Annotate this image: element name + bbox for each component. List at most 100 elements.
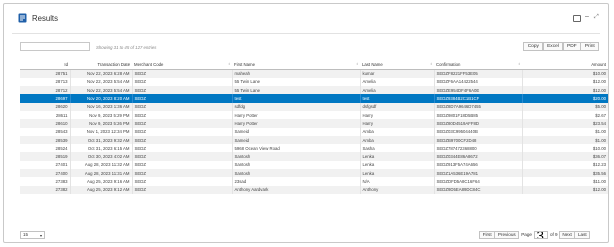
- table-row[interactable]: 27401 Aug 28, 2023 11:32 AM SEDZ Santosh Len…: [20, 160, 608, 170]
- cell-first-name: 55 Twin Lane: [231, 77, 360, 87]
- page-number-input[interactable]: [533, 231, 548, 239]
- column-header-confirmation[interactable]: Confirmation ⇕: [434, 60, 522, 70]
- pagination: First Previous Page of 9 Next Last: [479, 231, 591, 239]
- cell-last-name: Sasha: [359, 144, 434, 153]
- cell-transaction-date: Nov 22, 2023 6:28 AM: [69, 69, 132, 78]
- cell-merchant-code: SEDZ: [131, 77, 232, 87]
- restore-window-icon[interactable]: [573, 15, 581, 22]
- cell-last-name: Anthony: [359, 185, 434, 194]
- table-row[interactable]: 28751 Nov 22, 2023 6:28 AM SEDZ maheah kumar…: [20, 69, 608, 78]
- cell-transaction-date: Aug 25, 2023 9:12 AM: [69, 185, 132, 194]
- cell-confirmation: SEDZ787472368800: [433, 144, 522, 153]
- page-label: Page: [521, 232, 532, 237]
- cell-confirmation: SEDZ9D5EA89DC84C: [433, 185, 522, 194]
- cell-merchant-code: SEDZ: [131, 144, 232, 153]
- cell-confirmation: SEDZ9384B2C1B1CF: [433, 94, 522, 103]
- minimize-icon[interactable]: –: [585, 13, 589, 21]
- table-row[interactable]: 28713 Nov 22, 2023 5:54 AM SEDZ 55 Twin Lan…: [20, 77, 608, 87]
- sort-icon: ⇕: [429, 62, 433, 66]
- cell-first-name: test: [231, 94, 360, 103]
- cell-amount: $12.23: [521, 160, 608, 170]
- sort-icon: ▼: [127, 62, 131, 66]
- cell-first-name: Harry Potter: [231, 119, 360, 128]
- print-button[interactable]: Print: [580, 42, 600, 51]
- column-header-amount[interactable]: Amount: [522, 60, 608, 70]
- cell-first-name: 23sad: [231, 177, 360, 186]
- cell-id: 28712: [20, 86, 70, 95]
- table-row[interactable]: 28519 Oct 30, 2023 4:02 AM SEDZ Santosh Lenk…: [20, 152, 608, 161]
- cell-first-name: maheah: [231, 69, 360, 78]
- cell-first-name: Santosh: [231, 160, 360, 170]
- cell-amount: $12.00: [521, 77, 608, 87]
- cell-confirmation: SEDZ8D7A9646D7455: [433, 102, 522, 111]
- cell-amount: $10.00: [521, 69, 608, 78]
- header-divider: [12, 33, 600, 34]
- table-row[interactable]: 28610 Nov 9, 2023 5:26 PM SEDZ Harry Potter…: [20, 119, 608, 128]
- cell-amount: $12.00: [521, 185, 608, 194]
- column-header-transaction-date[interactable]: Transaction Date ▼: [70, 60, 132, 70]
- cell-id: 28610: [20, 119, 70, 128]
- results-window: Results – ⤢ Showing 31 to 45 of 127 entr…: [3, 3, 609, 243]
- table-row[interactable]: 28611 Nov 9, 2023 5:29 PM SEDZ Harry Potter…: [20, 110, 608, 120]
- first-page-button[interactable]: First: [479, 231, 496, 239]
- expand-icon[interactable]: ⤢: [594, 13, 599, 21]
- cell-confirmation: SEDZ913F5A74A656: [433, 160, 522, 170]
- table-row[interactable]: 28712 Nov 22, 2023 5:54 AM SEDZ 55 Twin Lan…: [20, 86, 608, 95]
- column-header-first-name[interactable]: First Name ⇕: [232, 60, 360, 70]
- cell-merchant-code: SEDZ: [131, 160, 232, 170]
- cell-confirmation: SEDZ1A536E19A781: [433, 169, 522, 178]
- table-row[interactable]: 28543 Nov 1, 2023 12:34 PM SEDZ Sameid Amba S…: [20, 127, 608, 136]
- cell-transaction-date: Oct 30, 2023 4:02 AM: [69, 152, 132, 161]
- sort-icon: ⇕: [517, 62, 521, 66]
- column-header-id[interactable]: Id: [20, 60, 70, 70]
- column-header-label: Last Name: [362, 62, 383, 67]
- cell-confirmation: SEDZ0344E86A8672: [433, 152, 522, 161]
- table-row[interactable]: 27400 Aug 28, 2023 11:31 AM SEDZ Santosh Len…: [20, 169, 608, 178]
- cell-confirmation: SEDZE954DF4F6A0E: [433, 86, 522, 95]
- table-row[interactable]: 28539 Oct 31, 2023 9:32 AM SEDZ Sameid Amba S…: [20, 135, 608, 145]
- cell-id: 28539: [20, 135, 70, 145]
- copy-button[interactable]: Copy: [523, 42, 544, 51]
- cell-last-name: kumar: [359, 69, 434, 78]
- cell-id: 28524: [20, 144, 70, 153]
- next-page-button[interactable]: Next: [558, 231, 576, 239]
- cell-amount: $20.00: [521, 94, 608, 103]
- window-header: Results – ⤢: [4, 4, 608, 26]
- cell-last-name: Lenka: [359, 160, 434, 170]
- cell-id: 28620: [20, 102, 70, 111]
- cell-confirmation: SEDZF8221FF53E05: [433, 69, 522, 78]
- table-row[interactable]: 28697 Nov 20, 2023 8:20 AM SEDZ test test SED…: [20, 94, 608, 103]
- cell-merchant-code: SEDZ: [131, 127, 232, 136]
- cell-id: 27400: [20, 169, 70, 178]
- table-row[interactable]: 27382 Aug 25, 2023 9:12 AM SEDZ Anthony Aar…: [20, 185, 608, 194]
- cell-id: 28713: [20, 77, 70, 87]
- sort-icon: ⇕: [227, 62, 231, 66]
- cell-merchant-code: SEDZ: [131, 135, 232, 145]
- cell-last-name: test: [359, 94, 434, 103]
- cell-amount: $12.00: [521, 86, 608, 95]
- cell-merchant-code: SEDZ: [131, 185, 232, 194]
- previous-page-button[interactable]: Previous: [494, 231, 520, 239]
- pdf-button[interactable]: PDF: [562, 42, 582, 51]
- search-input[interactable]: [20, 42, 90, 51]
- column-header-merchant-code[interactable]: Merchant Code ⇕: [132, 60, 232, 70]
- page-size-select[interactable]: 15 ▾: [20, 231, 45, 239]
- cell-last-name: Amba: [359, 127, 434, 136]
- cell-merchant-code: SEDZ: [131, 86, 232, 95]
- cell-amount: $36.07: [521, 152, 608, 161]
- column-header-last-name[interactable]: Last Name ⇕: [360, 60, 434, 70]
- table-row[interactable]: 27383 Aug 25, 2023 9:16 AM SEDZ 23sad N/A SED…: [20, 177, 608, 186]
- cell-transaction-date: Nov 22, 2023 5:54 AM: [69, 77, 132, 87]
- cell-amount: $1.00: [521, 135, 608, 145]
- cell-first-name: 5968 Ocean View Road: [231, 144, 360, 153]
- cell-merchant-code: SEDZ: [131, 94, 232, 103]
- cell-last-name: Harry: [359, 119, 434, 128]
- table-header-row: Id Transaction Date ▼ Merchant Code ⇕ Firs…: [20, 60, 608, 70]
- excel-button[interactable]: Excel: [542, 42, 564, 51]
- cell-transaction-date: Nov 22, 2023 5:54 AM: [69, 86, 132, 95]
- cell-first-name: 55 Twin Lane: [231, 86, 360, 95]
- table-row[interactable]: 28620 Nov 16, 2023 1:36 AM SEDZ sdfdg dsfgsd…: [20, 102, 608, 111]
- table-row[interactable]: 28524 Oct 31, 2023 6:15 AM SEDZ 5968 Ocean …: [20, 144, 608, 153]
- last-page-button[interactable]: Last: [574, 231, 591, 239]
- cell-merchant-code: SEDZ: [131, 69, 232, 78]
